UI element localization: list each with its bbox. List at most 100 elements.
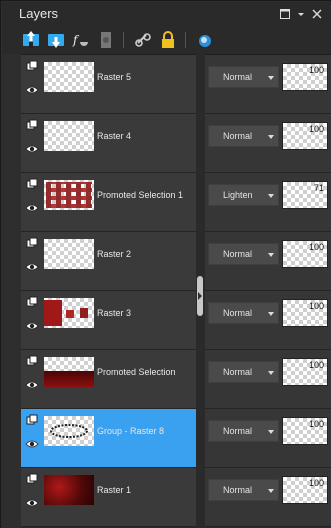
opacity-slider[interactable]: 71 [282,181,328,209]
layer-name[interactable]: Raster 2 [97,249,131,259]
layer-row[interactable]: Promoted Selection 1 [21,173,196,232]
toolbar-separator [123,32,124,48]
layer-controls-row: Normal 100 [205,232,331,291]
new-layer-icon[interactable] [20,29,42,51]
layer-row[interactable]: Promoted Selection [21,350,196,409]
close-icon[interactable] [311,8,323,20]
layer-type-icon[interactable] [26,473,38,485]
layer-type-icon[interactable] [26,237,38,249]
layer-thumbnail[interactable] [44,298,94,328]
visibility-eye-icon[interactable] [25,439,39,449]
layer-type-icon[interactable] [26,119,38,131]
layer-name[interactable]: Raster 3 [97,308,131,318]
blend-mode-dropdown[interactable]: Normal [208,125,279,147]
splitter-grip[interactable] [197,276,203,316]
menu-arrow-icon[interactable] [295,8,307,20]
merge-down-icon[interactable] [45,29,67,51]
opacity-value: 100 [308,65,324,75]
float-window-icon[interactable] [279,8,291,20]
blend-mode-dropdown[interactable]: Normal [208,243,279,265]
blend-mode-dropdown[interactable]: Normal [208,420,279,442]
layer-indent-gutter [2,54,21,528]
visibility-eye-icon[interactable] [25,144,39,154]
layer-name[interactable]: Raster 1 [97,485,131,495]
opacity-value: 100 [308,419,324,429]
visibility-eye-icon[interactable] [25,321,39,331]
dropdown-arrow-icon [268,135,274,139]
blend-mode-value: Normal [223,72,253,82]
layer-row[interactable]: Raster 2 [21,232,196,291]
dropdown-arrow-icon [268,489,274,493]
layers-toolbar: f [2,26,331,55]
blend-mode-dropdown[interactable]: Normal [208,66,279,88]
dropdown-arrow-icon [268,76,274,80]
dropdown-arrow-icon [268,371,274,375]
layer-thumbnail[interactable] [44,357,94,387]
layer-thumbnail[interactable] [44,121,94,151]
blend-mode-dropdown[interactable]: Normal [208,302,279,324]
layer-controls-row: Normal 100 [205,55,331,114]
opacity-slider[interactable]: 100 [282,476,328,504]
opacity-slider[interactable]: 100 [282,240,328,268]
panel-splitter[interactable] [196,54,205,528]
layer-controls-row: Lighten 71 [205,173,331,232]
dropdown-arrow-icon [268,194,274,198]
layer-type-icon[interactable] [26,178,38,190]
layer-thumbnail[interactable] [44,62,94,92]
blend-mode-value: Normal [223,308,253,318]
layer-controls-row: Normal 100 [205,468,331,527]
blend-mode-value: Lighten [223,190,253,200]
blend-mode-value: Normal [223,367,253,377]
layer-row[interactable]: Group - Raster 8 [21,409,196,468]
mask-icon[interactable] [95,29,117,51]
visibility-eye-icon[interactable] [25,262,39,272]
opacity-value: 100 [308,242,324,252]
layer-name[interactable]: Raster 5 [97,72,131,82]
visibility-eye-icon[interactable] [25,380,39,390]
blend-mode-dropdown[interactable]: Lighten [208,184,279,206]
layer-row[interactable]: Raster 5 [21,55,196,114]
opacity-slider[interactable]: 100 [282,417,328,445]
layer-thumbnail[interactable] [44,180,94,210]
layer-name[interactable]: Promoted Selection 1 [97,190,183,200]
layer-type-icon[interactable] [26,60,38,72]
blend-mode-value: Normal [223,426,253,436]
layer-controls-row: Normal 100 [205,350,331,409]
svg-text:f: f [72,33,80,47]
opacity-value: 71 [313,183,324,193]
layer-name[interactable]: Promoted Selection [97,367,176,377]
layer-type-icon[interactable] [26,414,38,426]
layer-type-icon[interactable] [26,296,38,308]
layer-effects-icon[interactable]: f [70,29,92,51]
layer-controls-row: Normal 100 [205,114,331,173]
blend-mode-dropdown[interactable]: Normal [208,361,279,383]
blend-mode-value: Normal [223,485,253,495]
opacity-slider[interactable]: 100 [282,63,328,91]
opacity-value: 100 [308,124,324,134]
opacity-slider[interactable]: 100 [282,299,328,327]
visibility-eye-icon[interactable] [25,203,39,213]
opacity-slider[interactable]: 100 [282,122,328,150]
visibility-eye-icon[interactable] [25,498,39,508]
visibility-eye-icon[interactable] [25,85,39,95]
layer-properties-icon[interactable] [194,29,216,51]
layer-thumbnail[interactable] [44,239,94,269]
layer-controls-row: Normal 100 [205,291,331,350]
layer-name[interactable]: Raster 4 [97,131,131,141]
opacity-slider[interactable]: 100 [282,358,328,386]
layer-name[interactable]: Group - Raster 8 [97,426,164,436]
panel-titlebar[interactable]: Layers [2,2,331,26]
layers-panel: Layers f Raster 5 Normal 100 Raster 4 Normal… [0,0,331,528]
layer-type-icon[interactable] [26,355,38,367]
layer-controls-row: Normal 100 [205,409,331,468]
layer-thumbnail[interactable] [44,475,94,505]
layer-row[interactable]: Raster 4 [21,114,196,173]
blend-mode-dropdown[interactable]: Normal [208,479,279,501]
layer-row[interactable]: Raster 3 [21,291,196,350]
layer-row[interactable]: Raster 1 [21,468,196,527]
lock-icon[interactable] [157,29,179,51]
dropdown-arrow-icon [268,430,274,434]
link-icon[interactable] [132,29,154,51]
opacity-value: 100 [308,301,324,311]
layer-thumbnail[interactable] [44,416,94,446]
